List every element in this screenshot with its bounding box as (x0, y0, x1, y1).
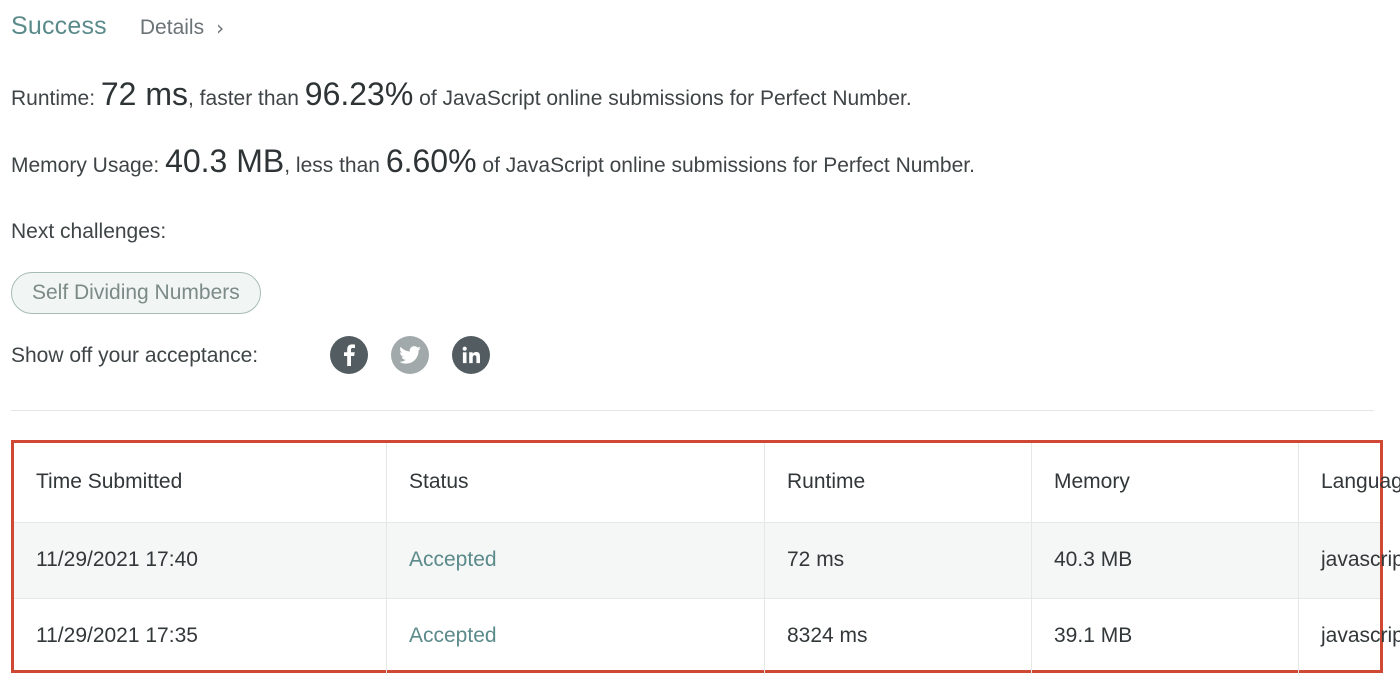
cell-status-link[interactable]: Accepted (386, 598, 765, 674)
cell-language: javascript (1321, 624, 1400, 648)
table-row: 11/29/2021 17:35 Accepted 8324 ms 39.1 M… (14, 598, 1400, 674)
runtime-value: 72 ms (100, 76, 189, 112)
cell-time: 11/29/2021 17:40 (14, 522, 387, 599)
submissions-table-highlight: Time Submitted Status Runtime Memory Lan… (11, 440, 1400, 674)
cell-time: 11/29/2021 17:35 (14, 598, 387, 674)
details-link[interactable]: Details › (140, 16, 224, 40)
column-header-time: Time Submitted (14, 443, 387, 523)
next-challenges-label: Next challenges: (11, 220, 167, 243)
cell-memory: 40.3 MB (1031, 522, 1299, 599)
cell-language: javascript (1298, 522, 1400, 599)
cell-runtime: 8324 ms (764, 598, 1032, 674)
memory-stat: Memory Usage: 40.3 MB, less than 6.60% o… (11, 143, 975, 180)
challenge-self-dividing-numbers[interactable]: Self Dividing Numbers (11, 272, 261, 314)
facebook-icon[interactable] (330, 336, 368, 374)
column-header-memory: Memory (1031, 443, 1299, 523)
memory-percent: 6.60% (385, 143, 477, 179)
twitter-icon[interactable] (391, 336, 429, 374)
memory-label: Memory Usage: (11, 154, 160, 177)
share-label: Show off your acceptance: (11, 344, 259, 367)
result-header: Success Details › (11, 12, 224, 41)
submissions-table: Time Submitted Status Runtime Memory Lan… (14, 443, 1400, 674)
memory-suffix: of JavaScript online submissions for Per… (482, 154, 975, 177)
column-header-status: Status (386, 443, 765, 523)
details-label: Details (139, 16, 205, 39)
column-header-language: Language (1298, 443, 1400, 523)
column-header-runtime: Runtime (764, 443, 1032, 523)
runtime-percent: 96.23% (304, 76, 414, 112)
submission-result-page: Success Details › Runtime: 72 ms, faster… (0, 0, 1400, 696)
chevron-right-icon: › (216, 16, 225, 40)
table-row: 11/29/2021 17:40 Accepted 72 ms 40.3 MB … (14, 522, 1400, 599)
linkedin-icon[interactable] (452, 336, 490, 374)
cell-status-link[interactable]: Accepted (386, 522, 765, 599)
cell-memory: 39.1 MB (1031, 598, 1299, 674)
runtime-stat: Runtime: 72 ms, faster than 96.23% of Ja… (11, 76, 912, 113)
status-title: Success (11, 12, 107, 40)
memory-value: 40.3 MB (165, 143, 285, 179)
section-divider (11, 410, 1374, 411)
memory-comparison: , less than (284, 154, 380, 177)
cell-runtime: 72 ms (764, 522, 1032, 599)
table-header-row: Time Submitted Status Runtime Memory Lan… (14, 443, 1400, 523)
runtime-suffix: of JavaScript online submissions for Per… (419, 87, 912, 110)
runtime-label: Runtime: (11, 87, 96, 110)
runtime-comparison: , faster than (188, 87, 299, 110)
